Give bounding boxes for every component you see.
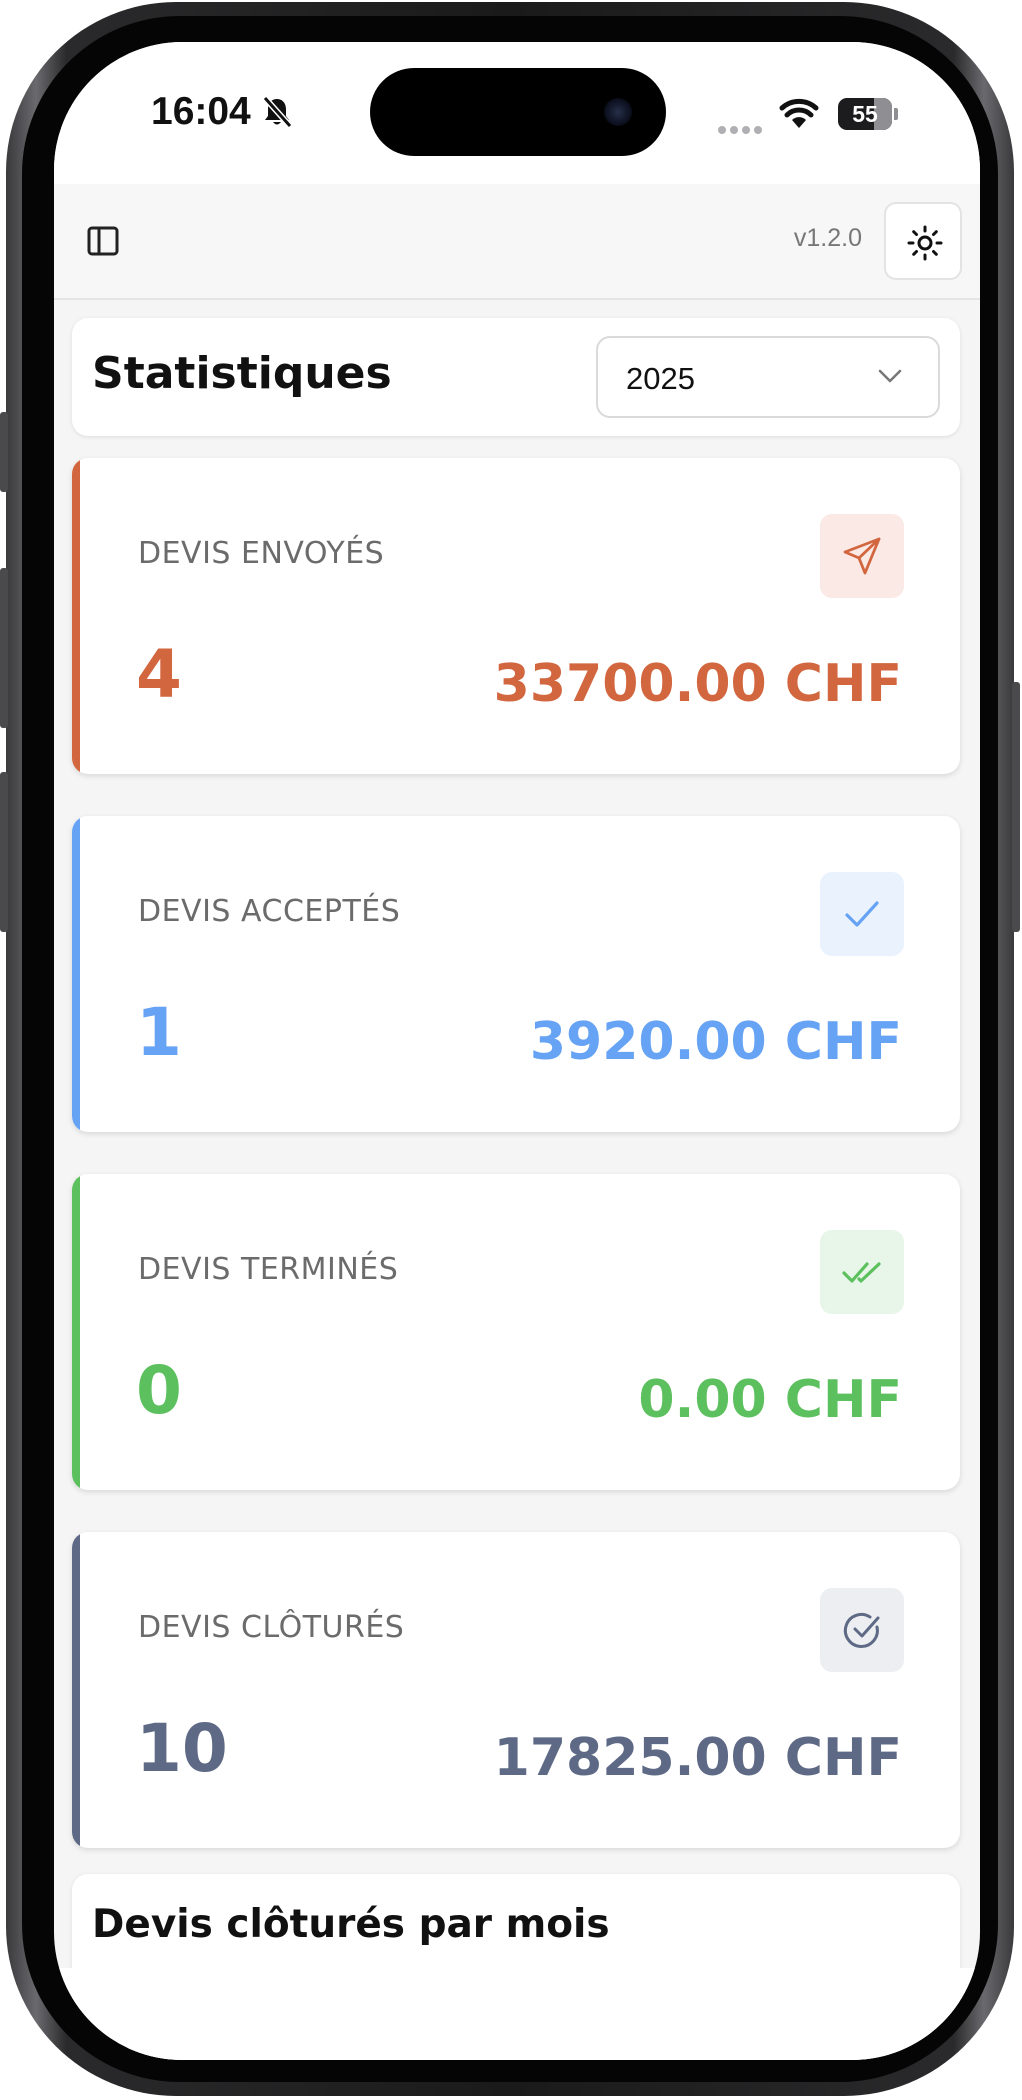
battery-cap [894, 108, 898, 120]
stat-amount: 17825.00 CHF [493, 1728, 902, 1788]
battery-indicator: 55 [838, 98, 892, 130]
icon-container [820, 872, 904, 956]
stat-label: DEVIS ENVOYÉS [138, 536, 385, 571]
volume-up-button [0, 568, 8, 728]
card-accent [72, 816, 80, 1132]
app-version: v1.2.0 [793, 224, 862, 252]
volume-down-button [0, 772, 8, 932]
stat-amount: 3920.00 CHF [529, 1012, 902, 1072]
stat-count: 0 [136, 1352, 182, 1429]
action-button [0, 412, 8, 492]
chevron-down-icon [878, 368, 902, 387]
double-check-icon [842, 1262, 881, 1283]
card-accent [72, 1174, 80, 1490]
statistics-header-card: Statistiques 2025 [72, 318, 960, 436]
battery-level: 55 [852, 101, 878, 127]
stat-label: DEVIS ACCEPTÉS [138, 894, 401, 929]
status-bar: 16:04 55 [54, 42, 980, 184]
chart-title: Devis clôturés par mois [92, 1902, 610, 1947]
home-indicator-area [54, 1968, 980, 2060]
stat-card-accepted: DEVIS ACCEPTÉS 1 3920.00 CHF [72, 816, 960, 1132]
card-accent [72, 458, 80, 774]
stat-count: 4 [136, 636, 182, 713]
stat-count: 10 [136, 1710, 228, 1787]
page-title: Statistiques [92, 348, 392, 399]
screen: 16:04 55 v1.2.0 Statistiques 2025 DEVIS … [54, 42, 980, 2060]
stat-card-completed: DEVIS TERMINÉS 0 0.00 CHF [72, 1174, 960, 1490]
sidebar-toggle-icon[interactable] [86, 224, 120, 258]
stat-count: 1 [136, 994, 182, 1071]
sun-icon [907, 225, 943, 261]
icon-container [820, 1230, 904, 1314]
wifi-icon [779, 98, 819, 134]
front-camera [604, 98, 632, 126]
year-select[interactable]: 2025 [596, 336, 940, 418]
silent-bell-icon [262, 96, 293, 132]
send-icon [843, 537, 881, 575]
stat-amount: 0.00 CHF [638, 1370, 902, 1430]
check-icon [845, 901, 879, 927]
stat-card-closed: DEVIS CLÔTURÉS 10 17825.00 CHF [72, 1532, 960, 1848]
icon-container [820, 514, 904, 598]
stat-card-sent: DEVIS ENVOYÉS 4 33700.00 CHF [72, 458, 960, 774]
app-header: v1.2.0 [54, 184, 980, 300]
power-button [1012, 682, 1020, 932]
circle-check-icon [843, 1612, 880, 1648]
year-select-value: 2025 [626, 361, 695, 396]
stat-label: DEVIS TERMINÉS [138, 1252, 399, 1287]
dynamic-island [370, 68, 666, 156]
status-time: 16:04 [151, 90, 251, 133]
phone-frame: 16:04 55 v1.2.0 Statistiques 2025 DEVIS … [0, 2, 1020, 2096]
stat-label: DEVIS CLÔTURÉS [138, 1610, 405, 1645]
card-accent [72, 1532, 80, 1848]
icon-container [820, 1588, 904, 1672]
theme-toggle-button[interactable] [884, 202, 962, 280]
cellular-signal-icon [718, 120, 764, 139]
stat-amount: 33700.00 CHF [493, 654, 902, 714]
